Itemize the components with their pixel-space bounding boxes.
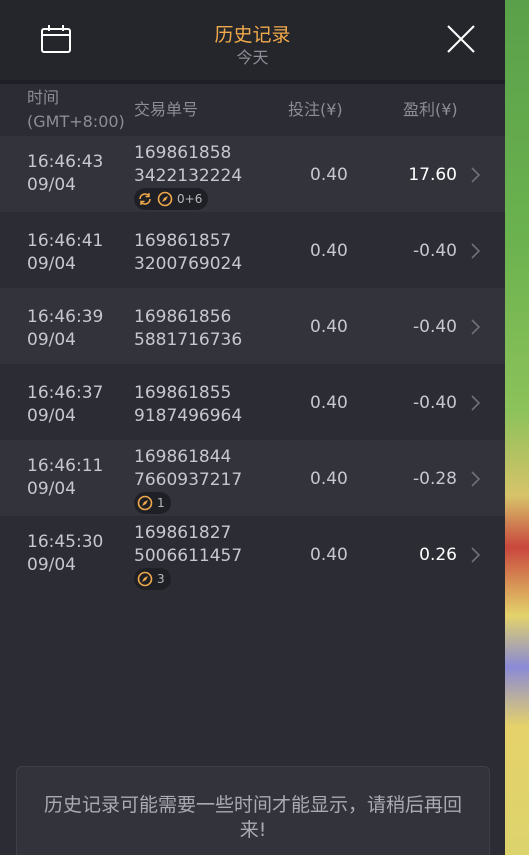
row-date: 09/04 [27, 406, 76, 426]
table-row[interactable]: 16:46:41 09/04 169861857 3200769024 0.40… [0, 212, 505, 288]
row-bet: 0.40 [310, 317, 348, 337]
table-row[interactable]: 16:46:11 09/04 169861844 7660937217 1 0.… [0, 440, 505, 516]
row-trade-id: 169861855 [134, 383, 232, 403]
row-trade-id-cont: 5881716736 [134, 330, 243, 350]
row-profit: -0.40 [413, 317, 457, 337]
row-trade-id: 169861844 [134, 447, 232, 467]
compass-icon [137, 495, 153, 511]
row-bet: 0.40 [310, 393, 348, 413]
table-row[interactable]: 16:45:30 09/04 169861827 5006611457 3 0.… [0, 516, 505, 592]
row-date: 09/04 [27, 175, 76, 195]
badge-text: 0+6 [177, 192, 203, 206]
history-panel: 历史记录 今天 时间 (GMT+8:00) 交易单号 投注(¥) 盈利(¥) 1… [0, 0, 505, 855]
row-profit: 17.60 [408, 165, 457, 185]
column-header-bet: 投注(¥) [288, 100, 343, 119]
row-date: 09/04 [27, 479, 76, 499]
row-trade-id: 169861856 [134, 307, 232, 327]
notice-box: 历史记录可能需要一些时间才能显示，请稍后再回来! [16, 766, 490, 855]
header: 历史记录 今天 [0, 0, 505, 80]
row-time: 16:45:30 [27, 532, 104, 552]
row-time: 16:46:39 [27, 307, 104, 327]
badge-text: 1 [157, 496, 165, 510]
column-header-timezone: (GMT+8:00) [27, 112, 125, 131]
chevron-right-icon[interactable] [470, 394, 482, 412]
row-date: 09/04 [27, 555, 76, 575]
row-trade-id-cont: 3422132224 [134, 166, 243, 186]
row-trade-id-cont: 7660937217 [134, 470, 243, 490]
row-time: 16:46:41 [27, 231, 104, 251]
table-row[interactable]: 16:46:37 09/04 169861855 9187496964 0.40… [0, 364, 505, 440]
badge-text: 3 [157, 572, 165, 586]
row-bet: 0.40 [310, 469, 348, 489]
compass-icon [157, 191, 173, 207]
chevron-right-icon[interactable] [470, 166, 482, 184]
feature-badge: 1 [134, 492, 171, 514]
row-profit: -0.40 [413, 393, 457, 413]
row-bet: 0.40 [310, 241, 348, 261]
date-filter-label[interactable]: 今天 [0, 44, 505, 68]
row-time: 16:46:37 [27, 383, 104, 403]
chevron-right-icon[interactable] [470, 318, 482, 336]
column-header-trade-id: 交易单号 [134, 100, 199, 119]
close-icon[interactable] [446, 24, 476, 54]
row-profit: -0.40 [413, 241, 457, 261]
chevron-right-icon[interactable] [470, 242, 482, 260]
row-trade-id-cont: 3200769024 [134, 254, 243, 274]
page-title: 历史记录 [214, 24, 291, 46]
table-row[interactable]: 16:46:43 09/04 169861858 3422132224 0+6 … [0, 136, 505, 212]
history-list: 16:46:43 09/04 169861858 3422132224 0+6 … [0, 136, 505, 592]
column-header-time: 时间 [27, 88, 60, 107]
row-profit: 0.26 [419, 545, 457, 565]
row-profit: -0.28 [413, 469, 457, 489]
feature-badge: 3 [134, 568, 171, 590]
row-trade-id: 169861857 [134, 231, 232, 251]
game-background [505, 0, 529, 855]
row-bet: 0.40 [310, 545, 348, 565]
row-trade-id: 169861827 [134, 523, 232, 543]
chevron-right-icon[interactable] [470, 470, 482, 488]
row-date: 09/04 [27, 330, 76, 350]
column-headers: 时间 (GMT+8:00) 交易单号 投注(¥) 盈利(¥) [0, 84, 505, 136]
row-date: 09/04 [27, 254, 76, 274]
compass-icon [137, 571, 153, 587]
row-time: 16:46:11 [27, 456, 104, 476]
notice-message: 历史记录可能需要一些时间才能显示，请稍后再回来! [43, 794, 462, 841]
table-row[interactable]: 16:46:39 09/04 169861856 5881716736 0.40… [0, 288, 505, 364]
row-time: 16:46:43 [27, 152, 104, 172]
row-trade-id-cont: 9187496964 [134, 406, 243, 426]
row-bet: 0.40 [310, 165, 348, 185]
column-header-profit: 盈利(¥) [403, 100, 458, 119]
feature-badge: 0+6 [134, 188, 209, 210]
refresh-icon [139, 193, 151, 205]
row-trade-id-cont: 5006611457 [134, 546, 243, 566]
chevron-right-icon[interactable] [470, 546, 482, 564]
row-trade-id: 169861858 [134, 143, 232, 163]
